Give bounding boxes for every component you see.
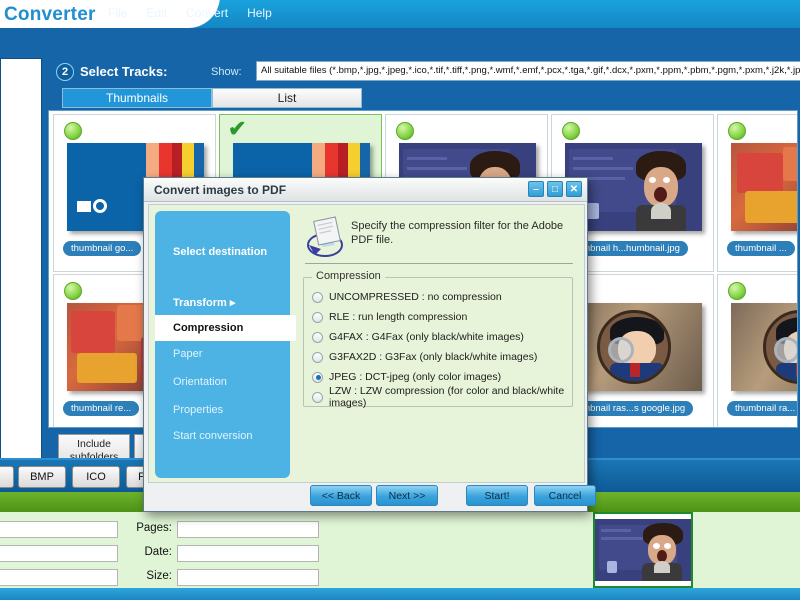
radio-option-rle[interactable]: RLE : run length compression (312, 308, 467, 326)
thumbnail-label: thumbnail ... (727, 241, 795, 256)
thumbnail-label: thumbnail re... (63, 401, 140, 416)
menu-item-help[interactable]: Help (247, 6, 272, 20)
bottom-status-strip (0, 588, 800, 600)
menu-item-file[interactable]: File (108, 6, 127, 20)
pages-label: Pages: (136, 522, 172, 534)
menu-item-edit[interactable]: Edit (146, 6, 167, 20)
dialog-body: Select destination Transform ▸ Compressi… (148, 204, 585, 483)
pdf-document-icon (307, 216, 343, 257)
status-dot-icon (396, 122, 414, 140)
thumbnail-cell-10[interactable]: thumbnail ra... (717, 274, 797, 427)
radio-label: RLE : run length compression (329, 311, 468, 323)
menu-bar: File Edit Convert Help (108, 6, 272, 20)
show-filter-label: Show: (211, 66, 242, 78)
radio-label: UNCOMPRESSED : no compression (329, 291, 502, 303)
step-select-destination[interactable]: Select destination (155, 239, 290, 265)
radio-label: LZW : LZW compression (for color and bla… (329, 385, 565, 409)
thumbnail-image (731, 303, 797, 391)
thumbnail-label: thumbnail go... (63, 241, 142, 256)
dialog-footer: << Back Next >> Start! Cancel (148, 485, 596, 509)
size-label: Size: (146, 570, 172, 582)
step-title: Select Tracks: (80, 64, 168, 79)
radio-label: G4FAX : G4Fax (only black/white images) (329, 331, 524, 343)
window-controls: – □ ✕ (528, 181, 582, 197)
step-compression[interactable]: Compression (155, 315, 296, 341)
date-input[interactable] (177, 545, 319, 562)
left-field-3[interactable] (0, 569, 118, 586)
status-dot-icon (64, 282, 82, 300)
status-dot-icon (562, 122, 580, 140)
compression-group: Compression UNCOMPRESSED : no compressio… (303, 270, 573, 409)
back-button[interactable]: << Back (310, 485, 372, 506)
file-filter-input[interactable]: All suitable files (*.bmp,*.jpg,*.jpeg,*… (256, 61, 800, 81)
status-dot-icon (728, 282, 746, 300)
radio-icon[interactable] (312, 331, 323, 343)
menu-item-convert[interactable]: Convert (186, 6, 228, 20)
selected-image-preview (593, 512, 693, 588)
radio-icon[interactable] (312, 291, 323, 303)
left-field-2[interactable] (0, 545, 118, 562)
status-dot-icon (64, 122, 82, 140)
thumbnail-label: thumbnail ra... (727, 401, 797, 416)
cancel-button[interactable]: Cancel (534, 485, 596, 506)
step-properties[interactable]: Properties (155, 397, 290, 423)
left-side-panel (0, 58, 42, 462)
step-orientation[interactable]: Orientation (155, 369, 290, 395)
radio-option-uncompressed[interactable]: UNCOMPRESSED : no compression (312, 288, 502, 306)
step-number-badge: 2 (56, 63, 74, 81)
radio-icon-selected[interactable] (312, 371, 323, 383)
radio-label: JPEG : DCT-jpeg (only color images) (329, 371, 502, 383)
compression-group-legend: Compression (312, 270, 385, 282)
divider (305, 263, 573, 264)
close-icon[interactable]: ✕ (566, 181, 582, 197)
dialog-titlebar: Convert images to PDF – □ ✕ (144, 178, 587, 202)
wizard-steps-sidebar: Select destination Transform ▸ Compressi… (155, 211, 296, 478)
format-button-bmp[interactable]: BMP (18, 466, 66, 488)
radio-icon[interactable] (312, 351, 323, 363)
view-mode-tabs: Thumbnails List (62, 88, 362, 108)
select-tracks-header: 2 Select Tracks: Show: All suitable file… (46, 60, 800, 86)
app-title: Converter (4, 4, 96, 25)
maximize-icon[interactable]: □ (547, 181, 563, 197)
format-button-partial[interactable] (0, 466, 14, 488)
radio-option-lzw[interactable]: LZW : LZW compression (for color and bla… (312, 385, 572, 409)
left-field-1[interactable] (0, 521, 118, 538)
dialog-description: Specify the compression filter for the A… (351, 220, 564, 246)
app-titlebar: Converter File Edit Convert Help (0, 0, 800, 28)
radio-label: G3FAX2D : G3Fax (only black/white images… (329, 351, 538, 363)
radio-option-g3fax2d[interactable]: G3FAX2D : G3Fax (only black/white images… (312, 348, 537, 366)
next-button[interactable]: Next >> (376, 485, 438, 506)
tab-list[interactable]: List (212, 88, 362, 108)
size-input[interactable] (177, 569, 319, 586)
minimize-icon[interactable]: – (528, 181, 544, 197)
tab-thumbnails[interactable]: Thumbnails (62, 88, 212, 108)
step-transform[interactable]: Transform ▸ (155, 289, 290, 315)
dialog-title: Convert images to PDF (154, 183, 287, 197)
radio-icon[interactable] (312, 311, 323, 323)
checkmark-icon: ✔ (228, 116, 247, 141)
date-label: Date: (144, 546, 173, 558)
radio-option-jpeg[interactable]: JPEG : DCT-jpeg (only color images) (312, 368, 501, 386)
radio-icon[interactable] (312, 391, 323, 403)
step-paper[interactable]: Paper (155, 341, 290, 367)
thumbnail-cell-5[interactable]: thumbnail ... (717, 114, 797, 272)
step-start-conversion[interactable]: Start conversion (155, 423, 290, 449)
convert-images-to-pdf-dialog: Convert images to PDF – □ ✕ Select desti… (143, 177, 596, 512)
format-button-ico[interactable]: ICO (72, 466, 120, 488)
radio-option-g4fax[interactable]: G4FAX : G4Fax (only black/white images) (312, 328, 524, 346)
thumbnail-image (731, 143, 797, 231)
status-dot-icon (728, 122, 746, 140)
pages-input[interactable] (177, 521, 319, 538)
start-button[interactable]: Start! (466, 485, 528, 506)
dialog-content-pane: Specify the compression filter for the A… (299, 211, 579, 478)
